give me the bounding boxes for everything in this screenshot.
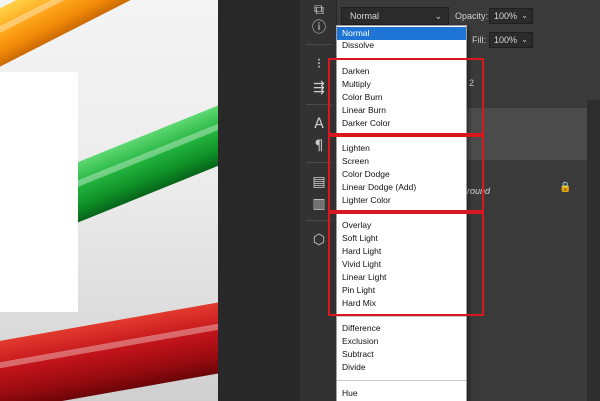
lighten-group-highlight [328,135,484,212]
chevron-down-icon: ⌄ [521,35,528,44]
notes-icon[interactable]: ▥ [308,194,330,214]
menu-item-difference[interactable]: Difference [337,322,466,335]
menu-divider [337,316,466,317]
opacity-input[interactable]: 100% ⌄ [489,8,533,24]
white-shape [0,72,78,312]
3d-panel-icon[interactable]: ⧉ [308,0,330,20]
fill-label: Fill: [472,35,486,45]
blend-mode-value: Normal [350,11,380,21]
opacity-label: Opacity: [455,11,489,21]
menu-item-subtract[interactable]: Subtract [337,348,466,361]
menu-item-hue[interactable]: Hue [337,387,466,400]
canvas-image[interactable] [0,0,218,401]
opacity-value: 100% [494,11,518,21]
menu-item-exclusion[interactable]: Exclusion [337,335,466,348]
menu-divider [337,380,466,381]
workspace-background [218,0,300,401]
layers-scrollbar[interactable] [587,100,600,401]
paragraph-icon[interactable]: ¶ [308,136,330,156]
info-icon[interactable]: ⓘ [308,18,330,38]
path-icon[interactable]: ⇶ [308,78,330,98]
character-text-icon[interactable]: A [308,114,330,134]
properties-icon[interactable]: ▤ [308,172,330,192]
menu-item-dissolve[interactable]: Dissolve [337,39,466,52]
blend-opacity-row: Normal ⌄ Opacity: 100% ⌄ [337,0,600,25]
menu-item-divide[interactable]: Divide [337,361,466,374]
contrast-group-highlight [328,212,484,316]
adjustments-icon[interactable]: ⁝ [308,54,330,74]
fill-input[interactable]: 100% ⌄ [489,32,533,48]
darken-group-highlight [328,58,484,135]
chevron-down-icon: ⌄ [434,11,442,21]
chevron-down-icon: ⌄ [521,11,528,20]
fill-value: 100% [494,35,518,45]
blend-mode-select[interactable]: Normal ⌄ [341,7,449,25]
cube-icon[interactable]: ⬡ [308,230,330,250]
lock-icon: 🔒 [559,182,572,193]
